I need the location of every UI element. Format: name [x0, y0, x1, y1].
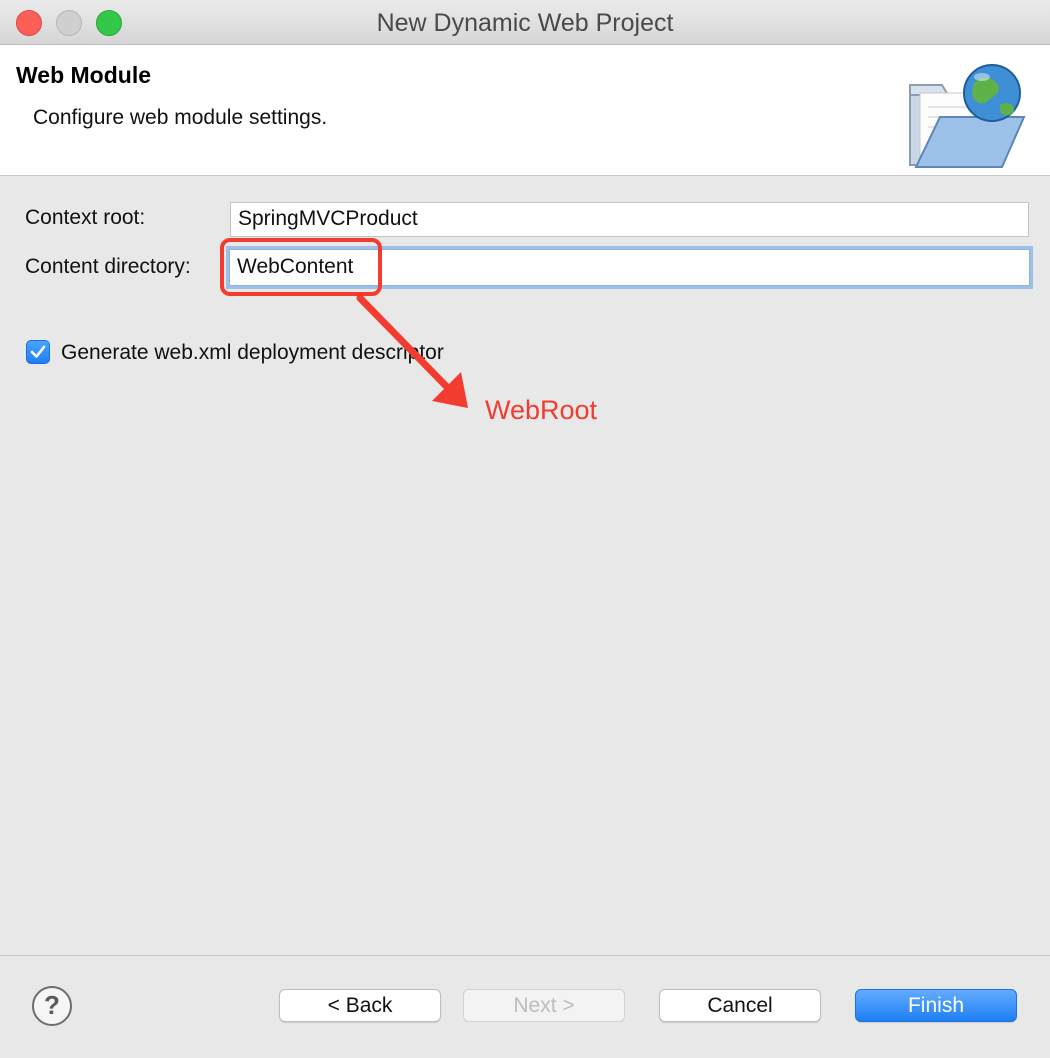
window-title: New Dynamic Web Project: [376, 9, 674, 37]
content-directory-label: Content directory:: [25, 255, 191, 278]
next-button[interactable]: Next >: [463, 989, 625, 1022]
page-title: Web Module: [16, 62, 152, 88]
context-root-input[interactable]: SpringMVCProduct: [230, 202, 1029, 237]
annotation-label: WebRoot: [485, 395, 598, 425]
generate-web-xml-checkbox[interactable]: [26, 340, 50, 364]
back-button[interactable]: < Back: [279, 989, 441, 1022]
context-root-label: Context root:: [25, 206, 146, 229]
help-button[interactable]: ?: [32, 986, 72, 1026]
title-bar: New Dynamic Web Project: [0, 0, 1050, 45]
question-mark-icon: ?: [44, 990, 60, 1020]
page-description: Configure web module settings.: [33, 106, 328, 129]
annotation-arrow-icon: [356, 294, 468, 408]
annotation-highlight-box: [220, 238, 382, 296]
finish-button[interactable]: Finish: [855, 989, 1017, 1022]
web-folder-globe-icon: [909, 64, 1026, 168]
footer-divider: [0, 955, 1050, 956]
checkmark-icon: [30, 345, 46, 358]
cancel-button[interactable]: Cancel: [659, 989, 821, 1022]
wizard-header: Web Module Configure web module settings…: [0, 45, 1050, 176]
